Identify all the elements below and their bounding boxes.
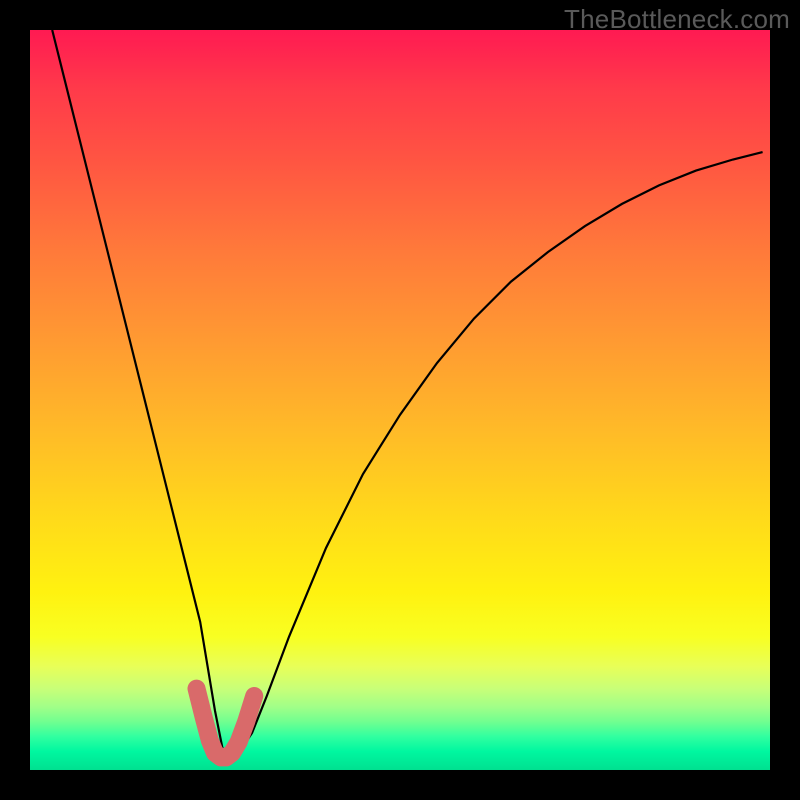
- chart-frame: TheBottleneck.com: [0, 0, 800, 800]
- curve-layer: [30, 30, 770, 770]
- plot-area: [30, 30, 770, 770]
- optimal-highlight-path: [197, 689, 255, 758]
- bottleneck-curve-path: [52, 30, 762, 759]
